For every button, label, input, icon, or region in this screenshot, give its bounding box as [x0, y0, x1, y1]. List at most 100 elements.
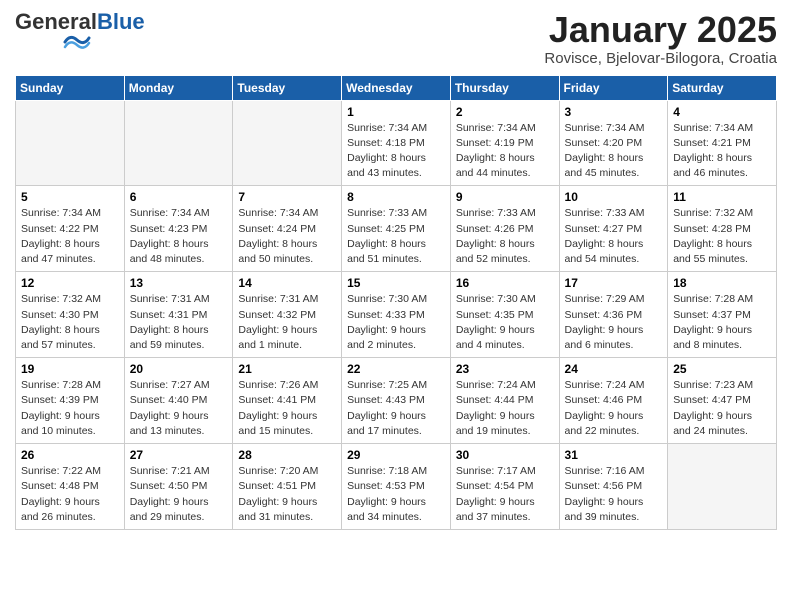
day-info: Sunrise: 7:34 AMSunset: 4:20 PMDaylight:…: [565, 121, 663, 182]
calendar-cell: 15 Sunrise: 7:30 AMSunset: 4:33 PMDayligh…: [342, 272, 451, 358]
calendar-cell: [16, 100, 125, 186]
day-info: Sunrise: 7:34 AMSunset: 4:22 PMDaylight:…: [21, 206, 119, 267]
day-number: 27: [130, 448, 228, 462]
day-number: 29: [347, 448, 445, 462]
calendar-cell: 12 Sunrise: 7:32 AMSunset: 4:30 PMDayligh…: [16, 272, 125, 358]
location: Rovisce, Bjelovar-Bilogora, Croatia: [544, 50, 777, 67]
calendar-cell: 25 Sunrise: 7:23 AMSunset: 4:47 PMDayligh…: [668, 358, 777, 444]
day-info: Sunrise: 7:33 AMSunset: 4:27 PMDaylight:…: [565, 206, 663, 267]
calendar-cell: 14 Sunrise: 7:31 AMSunset: 4:32 PMDayligh…: [233, 272, 342, 358]
logo-general: General: [15, 9, 97, 34]
day-info: Sunrise: 7:24 AMSunset: 4:46 PMDaylight:…: [565, 378, 663, 439]
day-info: Sunrise: 7:31 AMSunset: 4:32 PMDaylight:…: [238, 292, 336, 353]
day-number: 8: [347, 190, 445, 204]
day-info: Sunrise: 7:23 AMSunset: 4:47 PMDaylight:…: [673, 378, 771, 439]
weekday-header-saturday: Saturday: [668, 75, 777, 100]
calendar-cell: 5 Sunrise: 7:34 AMSunset: 4:22 PMDaylight…: [16, 186, 125, 272]
calendar-cell: 10 Sunrise: 7:33 AMSunset: 4:27 PMDayligh…: [559, 186, 668, 272]
day-info: Sunrise: 7:31 AMSunset: 4:31 PMDaylight:…: [130, 292, 228, 353]
day-info: Sunrise: 7:30 AMSunset: 4:33 PMDaylight:…: [347, 292, 445, 353]
day-number: 21: [238, 362, 336, 376]
day-number: 12: [21, 276, 119, 290]
calendar-cell: 18Sunrise: 7:28 AMSunset: 4:37 PMDayligh…: [668, 272, 777, 358]
calendar-week-0: 1Sunrise: 7:34 AMSunset: 4:18 PMDaylight…: [16, 100, 777, 186]
day-number: 5: [21, 190, 119, 204]
day-number: 25: [673, 362, 771, 376]
day-info: Sunrise: 7:26 AMSunset: 4:41 PMDaylight:…: [238, 378, 336, 439]
calendar-cell: 22 Sunrise: 7:25 AMSunset: 4:43 PMDayligh…: [342, 358, 451, 444]
day-info: Sunrise: 7:34 AMSunset: 4:23 PMDaylight:…: [130, 206, 228, 267]
logo: GeneralBlue: [15, 10, 145, 56]
calendar-cell: 13 Sunrise: 7:31 AMSunset: 4:31 PMDayligh…: [124, 272, 233, 358]
day-info: Sunrise: 7:34 AMSunset: 4:24 PMDaylight:…: [238, 206, 336, 267]
calendar-cell: 31 Sunrise: 7:16 AMSunset: 4:56 PMDayligh…: [559, 444, 668, 530]
day-number: 10: [565, 190, 663, 204]
day-info: Sunrise: 7:34 AMSunset: 4:21 PMDaylight:…: [673, 121, 771, 182]
day-number: 22: [347, 362, 445, 376]
day-number: 28: [238, 448, 336, 462]
day-number: 7: [238, 190, 336, 204]
day-info: Sunrise: 7:24 AMSunset: 4:44 PMDaylight:…: [456, 378, 554, 439]
day-number: 14: [238, 276, 336, 290]
calendar-cell: 1Sunrise: 7:34 AMSunset: 4:18 PMDaylight…: [342, 100, 451, 186]
calendar-cell: [233, 100, 342, 186]
calendar-week-3: 19 Sunrise: 7:28 AMSunset: 4:39 PMDayligh…: [16, 358, 777, 444]
calendar-cell: 2Sunrise: 7:34 AMSunset: 4:19 PMDaylight…: [450, 100, 559, 186]
day-number: 13: [130, 276, 228, 290]
day-number: 11: [673, 190, 771, 204]
calendar-cell: 23 Sunrise: 7:24 AMSunset: 4:44 PMDayligh…: [450, 358, 559, 444]
day-info: Sunrise: 7:32 AMSunset: 4:30 PMDaylight:…: [21, 292, 119, 353]
day-number: 31: [565, 448, 663, 462]
weekday-header-wednesday: Wednesday: [342, 75, 451, 100]
day-number: 16: [456, 276, 554, 290]
day-number: 9: [456, 190, 554, 204]
calendar-cell: 4 Sunrise: 7:34 AMSunset: 4:21 PMDaylight…: [668, 100, 777, 186]
day-info: Sunrise: 7:25 AMSunset: 4:43 PMDaylight:…: [347, 378, 445, 439]
day-number: 4: [673, 105, 771, 119]
weekday-header-row: SundayMondayTuesdayWednesdayThursdayFrid…: [16, 75, 777, 100]
day-number: 19: [21, 362, 119, 376]
day-info: Sunrise: 7:20 AMSunset: 4:51 PMDaylight:…: [238, 464, 336, 525]
day-number: 30: [456, 448, 554, 462]
day-number: 18: [673, 276, 771, 290]
day-info: Sunrise: 7:33 AMSunset: 4:26 PMDaylight:…: [456, 206, 554, 267]
day-number: 23: [456, 362, 554, 376]
calendar-cell: 11 Sunrise: 7:32 AMSunset: 4:28 PMDayligh…: [668, 186, 777, 272]
calendar-cell: 28 Sunrise: 7:20 AMSunset: 4:51 PMDayligh…: [233, 444, 342, 530]
page-container: GeneralBlue January 2025 Rovisce, Bjelov…: [0, 0, 792, 540]
calendar-cell: 30 Sunrise: 7:17 AMSunset: 4:54 PMDayligh…: [450, 444, 559, 530]
day-info: Sunrise: 7:32 AMSunset: 4:28 PMDaylight:…: [673, 206, 771, 267]
day-info: Sunrise: 7:17 AMSunset: 4:54 PMDaylight:…: [456, 464, 554, 525]
day-number: 26: [21, 448, 119, 462]
calendar-cell: 21 Sunrise: 7:26 AMSunset: 4:41 PMDayligh…: [233, 358, 342, 444]
day-info: Sunrise: 7:16 AMSunset: 4:56 PMDaylight:…: [565, 464, 663, 525]
day-number: 15: [347, 276, 445, 290]
day-info: Sunrise: 7:22 AMSunset: 4:48 PMDaylight:…: [21, 464, 119, 525]
day-info: Sunrise: 7:34 AMSunset: 4:18 PMDaylight:…: [347, 121, 445, 182]
calendar-week-2: 12 Sunrise: 7:32 AMSunset: 4:30 PMDayligh…: [16, 272, 777, 358]
day-info: Sunrise: 7:18 AMSunset: 4:53 PMDaylight:…: [347, 464, 445, 525]
calendar-cell: 3Sunrise: 7:34 AMSunset: 4:20 PMDaylight…: [559, 100, 668, 186]
day-number: 6: [130, 190, 228, 204]
day-info: Sunrise: 7:30 AMSunset: 4:35 PMDaylight:…: [456, 292, 554, 353]
day-info: Sunrise: 7:21 AMSunset: 4:50 PMDaylight:…: [130, 464, 228, 525]
calendar-cell: [668, 444, 777, 530]
day-info: Sunrise: 7:29 AMSunset: 4:36 PMDaylight:…: [565, 292, 663, 353]
calendar-cell: [124, 100, 233, 186]
day-number: 17: [565, 276, 663, 290]
weekday-header-monday: Monday: [124, 75, 233, 100]
calendar-cell: 7 Sunrise: 7:34 AMSunset: 4:24 PMDaylight…: [233, 186, 342, 272]
logo-blue: Blue: [97, 9, 145, 34]
calendar-cell: 29 Sunrise: 7:18 AMSunset: 4:53 PMDayligh…: [342, 444, 451, 530]
calendar-cell: 27 Sunrise: 7:21 AMSunset: 4:50 PMDayligh…: [124, 444, 233, 530]
calendar-table: SundayMondayTuesdayWednesdayThursdayFrid…: [15, 75, 777, 530]
calendar-cell: 26 Sunrise: 7:22 AMSunset: 4:48 PMDayligh…: [16, 444, 125, 530]
day-info: Sunrise: 7:27 AMSunset: 4:40 PMDaylight:…: [130, 378, 228, 439]
weekday-header-sunday: Sunday: [16, 75, 125, 100]
calendar-cell: 24Sunrise: 7:24 AMSunset: 4:46 PMDayligh…: [559, 358, 668, 444]
calendar-cell: 19 Sunrise: 7:28 AMSunset: 4:39 PMDayligh…: [16, 358, 125, 444]
calendar-week-1: 5 Sunrise: 7:34 AMSunset: 4:22 PMDaylight…: [16, 186, 777, 272]
logo-text: GeneralBlue: [15, 10, 145, 34]
day-info: Sunrise: 7:28 AMSunset: 4:39 PMDaylight:…: [21, 378, 119, 439]
calendar-cell: 6 Sunrise: 7:34 AMSunset: 4:23 PMDaylight…: [124, 186, 233, 272]
